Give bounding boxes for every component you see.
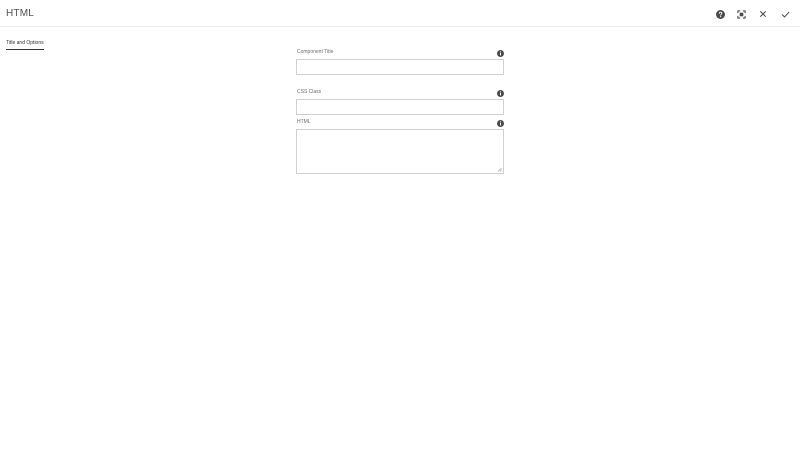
info-glyph-icon [499,91,502,96]
css-class-label: CSS Class [297,89,322,95]
info-icon[interactable] [497,90,504,97]
check-icon [781,11,789,17]
html-field: HTML [296,119,504,174]
tab-title-and-options[interactable]: Title and Options [6,40,44,50]
dialog-title: HTML [6,8,35,19]
cancel-button[interactable] [757,8,769,20]
help-circle-icon [715,9,725,19]
css-class-input[interactable] [296,99,504,115]
fullscreen-button[interactable] [735,8,747,20]
info-icon[interactable] [497,120,504,127]
done-button[interactable] [779,8,791,20]
component-title-field: Component Title [296,49,504,75]
info-glyph-icon [499,51,502,56]
close-icon [760,11,766,17]
css-class-field: CSS Class [296,89,504,115]
properties-form: Component Title CSS Class HTML [296,49,504,174]
info-glyph-icon [499,121,502,126]
component-title-input[interactable] [296,59,504,75]
html-label: HTML [297,119,311,125]
html-component-dialog: HTML Title and Options Component Title C… [0,0,800,450]
html-textarea[interactable] [296,129,504,174]
component-title-label: Component Title [297,49,334,55]
info-icon[interactable] [497,50,504,57]
help-button[interactable] [714,8,726,20]
tab-bar: Title and Options [6,31,44,50]
fullscreen-icon [736,9,746,19]
dialog-header: HTML [0,0,800,27]
resize-handle-icon[interactable] [497,167,502,172]
